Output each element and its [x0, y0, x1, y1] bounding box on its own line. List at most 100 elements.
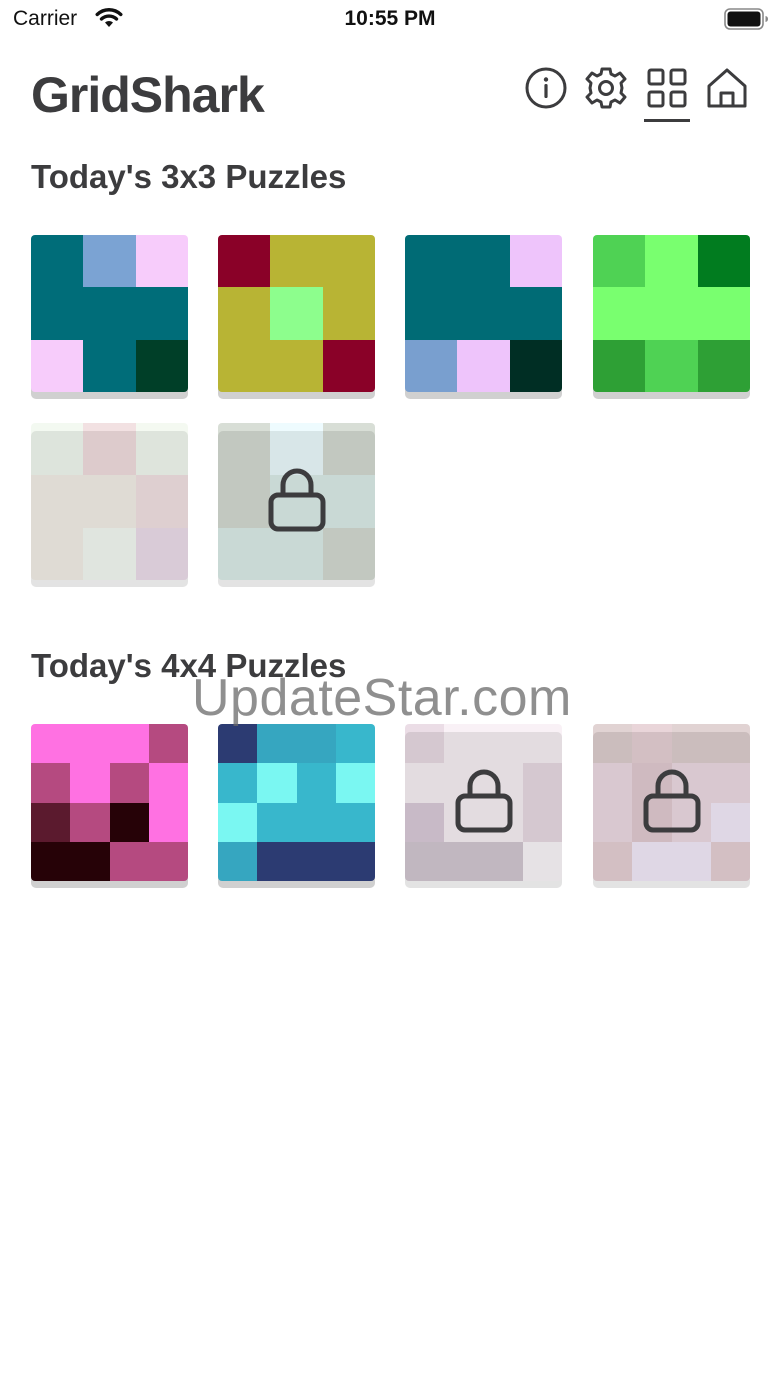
puzzle-tile: [322, 339, 375, 392]
puzzle-tile: [710, 841, 750, 881]
puzzle-tile: [296, 724, 336, 764]
puzzle-card[interactable]: [593, 235, 750, 399]
puzzle-tile: [31, 527, 84, 580]
puzzle-tile: [632, 841, 672, 881]
puzzle-tile: [322, 235, 375, 288]
puzzle-tile: [31, 802, 71, 842]
lock-icon: [261, 465, 333, 537]
puzzle-tile: [645, 339, 698, 392]
puzzle-tile: [509, 339, 562, 392]
puzzle-tile: [257, 763, 297, 803]
puzzle-tile: [710, 724, 750, 764]
puzzle-tile: [697, 287, 750, 340]
lock-icon: [448, 766, 520, 838]
puzzle-tile: [632, 724, 672, 764]
puzzle-tile: [83, 527, 136, 580]
puzzle-tile: [710, 802, 750, 842]
puzzle-card[interactable]: [405, 724, 562, 888]
puzzle-preview: [405, 235, 562, 392]
puzzle-card[interactable]: [218, 423, 375, 587]
info-icon[interactable]: [524, 66, 568, 110]
puzzle-card[interactable]: [593, 724, 750, 888]
puzzle-tile: [218, 287, 271, 340]
puzzle-tile: [31, 339, 84, 392]
puzzle-tile: [257, 724, 297, 764]
gear-icon[interactable]: [584, 66, 628, 110]
puzzle-tile: [710, 763, 750, 803]
puzzle-tile: [405, 841, 445, 881]
puzzle-tile: [671, 841, 711, 881]
home-icon[interactable]: [705, 66, 749, 110]
puzzle-tile: [31, 423, 84, 476]
puzzle-tile: [257, 841, 297, 881]
puzzle-tile: [593, 763, 633, 803]
puzzle-tile: [593, 339, 646, 392]
puzzle-tile: [593, 235, 646, 288]
puzzle-tile: [335, 802, 375, 842]
puzzle-preview: [31, 724, 188, 881]
puzzle-tile: [218, 235, 271, 288]
puzzle-tile: [109, 724, 149, 764]
puzzle-tile: [697, 235, 750, 288]
puzzle-tile: [335, 724, 375, 764]
puzzle-tile: [322, 287, 375, 340]
puzzle-tile: [31, 841, 71, 881]
puzzle-tile: [109, 841, 149, 881]
puzzle-tile: [296, 802, 336, 842]
puzzle-tile: [218, 339, 271, 392]
puzzle-tile: [148, 763, 188, 803]
puzzle-tile: [83, 339, 136, 392]
puzzle-tile: [83, 475, 136, 528]
puzzle-tile: [135, 339, 188, 392]
puzzle-tile: [31, 763, 71, 803]
puzzle-tile: [83, 423, 136, 476]
puzzle-tile: [270, 235, 323, 288]
puzzle-tile: [218, 763, 258, 803]
status-time: 10:55 PM: [344, 7, 436, 30]
puzzle-card[interactable]: [31, 724, 188, 888]
puzzle-tile: [509, 287, 562, 340]
puzzle-tile: [593, 287, 646, 340]
puzzle-tile: [335, 763, 375, 803]
puzzle-tile: [593, 724, 633, 764]
puzzle-card[interactable]: [405, 235, 562, 399]
puzzle-tile: [444, 724, 484, 764]
puzzle-tile: [444, 841, 484, 881]
puzzle-card[interactable]: [218, 724, 375, 888]
puzzle-tile: [70, 763, 110, 803]
section-title-3x3: Today's 3x3 Puzzles: [31, 158, 347, 195]
puzzle-tile: [405, 287, 458, 340]
grid-icon[interactable]: [645, 66, 689, 110]
puzzle-tile: [70, 841, 110, 881]
puzzle-tile: [335, 841, 375, 881]
puzzle-tile: [218, 802, 258, 842]
puzzle-tile: [593, 841, 633, 881]
puzzle-tile: [70, 724, 110, 764]
puzzle-preview: [218, 235, 375, 392]
puzzle-tile: [509, 235, 562, 288]
puzzle-tile: [83, 235, 136, 288]
puzzle-card[interactable]: [31, 235, 188, 399]
puzzle-tile: [483, 841, 523, 881]
puzzle-tile: [135, 475, 188, 528]
puzzle-tile: [296, 763, 336, 803]
puzzle-tile: [148, 802, 188, 842]
puzzle-card[interactable]: [218, 235, 375, 399]
puzzle-tile: [135, 423, 188, 476]
puzzle-tile: [31, 287, 84, 340]
puzzle-tile: [405, 724, 445, 764]
puzzle-tile: [405, 763, 445, 803]
puzzle-tile: [218, 724, 258, 764]
puzzle-tile: [405, 235, 458, 288]
puzzle-tile: [135, 527, 188, 580]
puzzle-preview: [31, 235, 188, 392]
puzzle-tile: [257, 802, 297, 842]
puzzle-card[interactable]: [31, 423, 188, 587]
puzzle-tile: [645, 235, 698, 288]
puzzle-tile: [31, 724, 71, 764]
battery-icon: [724, 8, 770, 35]
puzzle-tile: [405, 802, 445, 842]
puzzle-tile: [31, 235, 84, 288]
puzzle-tile: [135, 235, 188, 288]
puzzle-tile: [270, 339, 323, 392]
